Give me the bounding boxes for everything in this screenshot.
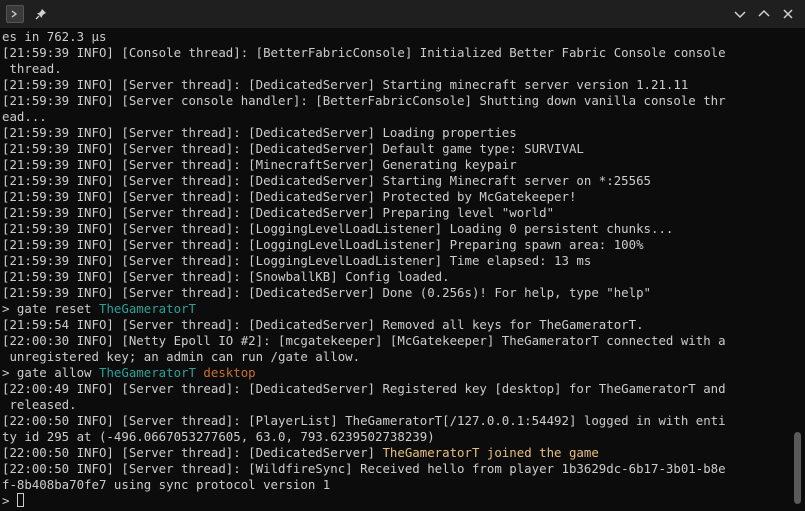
log-line: thread. <box>2 61 790 77</box>
log-line: [22:00:50 INFO] [Server thread]: [Dedica… <box>2 445 790 461</box>
log-line-text: [21:59:39 INFO] [Server thread]: [Dedica… <box>2 173 652 188</box>
chevron-down-icon[interactable] <box>731 5 749 23</box>
log-line-text: [21:59:39 INFO] [Server thread]: [Dedica… <box>2 141 584 156</box>
log-line: [21:59:39 INFO] [Server thread]: [Dedica… <box>2 205 790 221</box>
log-line-text: [21:59:39 INFO] [Server thread]: [Loggin… <box>2 253 592 268</box>
log-line: es in 762.3 µs <box>2 29 790 45</box>
log-line-text: [22:00:50 INFO] [Server thread]: [Player… <box>2 413 726 428</box>
command-arg-player: TheGameratorT <box>98 365 196 380</box>
log-line: [21:59:39 INFO] [Server thread]: [Dedica… <box>2 77 790 93</box>
log-line-text: [21:59:39 INFO] [Server thread]: [Loggin… <box>2 237 644 252</box>
log-line-text: [21:59:39 INFO] [Server thread]: [Dedica… <box>2 125 517 140</box>
close-icon[interactable] <box>779 5 797 23</box>
log-line: [22:00:50 INFO] [Server thread]: [Wildfi… <box>2 461 790 477</box>
join-message: TheGameratorT joined the game <box>382 445 599 460</box>
log-line-text: [22:00:30 INFO] [Netty Epoll IO #2]: [mc… <box>2 333 726 348</box>
log-line-text: [21:59:39 INFO] [Server thread]: [Dedica… <box>2 285 652 300</box>
log-line: [22:00:50 INFO] [Server thread]: [Player… <box>2 413 790 429</box>
log-line-text: [21:59:39 INFO] [Server thread]: [Loggin… <box>2 221 674 236</box>
log-line: > gate reset TheGameratorT <box>2 301 790 317</box>
log-line-text: [22:00:49 INFO] [Server thread]: [Dedica… <box>2 381 726 396</box>
prompt-line[interactable]: > <box>2 493 790 509</box>
log-line-text: es in 762.3 µs <box>2 29 107 44</box>
log-line: [21:59:39 INFO] [Server thread]: [Snowba… <box>2 269 790 285</box>
log-line-text: [21:59:39 INFO] [Server thread]: [Dedica… <box>2 205 555 220</box>
chevron-up-icon[interactable] <box>755 5 773 23</box>
log-line-text: f-8b408ba70fe7 using sync protocol versi… <box>2 477 331 492</box>
command-arg-key: desktop <box>195 365 256 380</box>
command-text: > gate reset <box>2 301 99 316</box>
scrollbar-thumb[interactable] <box>794 432 801 504</box>
log-line-text: ty id 295 at (-496.0667053277605, 63.0, … <box>2 429 435 444</box>
log-line-text: [21:59:54 INFO] [Server thread]: [Dedica… <box>2 317 644 332</box>
log-line-text: [21:59:39 INFO] [Server console handler]… <box>2 93 726 108</box>
log-line: ead... <box>2 109 790 125</box>
title-bar <box>0 0 805 28</box>
log-line-text: [22:00:50 INFO] [Server thread]: [Wildfi… <box>2 461 726 476</box>
log-line: f-8b408ba70fe7 using sync protocol versi… <box>2 477 790 493</box>
pin-icon[interactable] <box>32 5 50 23</box>
log-line: [21:59:39 INFO] [Server console handler]… <box>2 93 790 109</box>
log-line: ty id 295 at (-496.0667053277605, 63.0, … <box>2 429 790 445</box>
console-log: es in 762.3 µs [21:59:39 INFO] [Console t… <box>2 29 790 509</box>
log-line: [21:59:39 INFO] [Server thread]: [Dedica… <box>2 189 790 205</box>
log-line: [21:59:39 INFO] [Server thread]: [Loggin… <box>2 221 790 237</box>
log-line: [22:00:30 INFO] [Netty Epoll IO #2]: [mc… <box>2 333 790 349</box>
log-line: [21:59:39 INFO] [Server thread]: [Minecr… <box>2 157 790 173</box>
log-line-text: [21:59:39 INFO] [Server thread]: [Snowba… <box>2 269 450 284</box>
terminal-icon[interactable] <box>6 5 24 23</box>
log-line-text: unregistered key; an admin can run /gate… <box>2 349 361 364</box>
log-line: [22:00:49 INFO] [Server thread]: [Dedica… <box>2 381 790 397</box>
log-line-text: [21:59:39 INFO] [Server thread]: [Minecr… <box>2 157 517 172</box>
command-text: > gate allow <box>2 365 99 380</box>
log-line: [21:59:54 INFO] [Server thread]: [Dedica… <box>2 317 790 333</box>
log-line: unregistered key; an admin can run /gate… <box>2 349 790 365</box>
log-line-text: [21:59:39 INFO] [Console thread]: [Bette… <box>2 45 726 60</box>
log-line: [21:59:39 INFO] [Console thread]: [Bette… <box>2 45 790 61</box>
log-line-text: [21:59:39 INFO] [Server thread]: [Dedica… <box>2 189 577 204</box>
prompt-symbol: > <box>2 493 17 508</box>
log-line: [21:59:39 INFO] [Server thread]: [Dedica… <box>2 285 790 301</box>
log-line: released. <box>2 397 790 413</box>
text-cursor[interactable] <box>16 493 24 507</box>
log-line-text: ead... <box>2 109 47 124</box>
log-line-text: thread. <box>2 61 62 76</box>
command-arg-player: TheGameratorT <box>98 301 196 316</box>
log-line: [21:59:39 INFO] [Server thread]: [Dedica… <box>2 173 790 189</box>
log-line: > gate allow TheGameratorT desktop <box>2 365 790 381</box>
log-line: [21:59:39 INFO] [Server thread]: [Dedica… <box>2 125 790 141</box>
log-line: [21:59:39 INFO] [Server thread]: [Dedica… <box>2 141 790 157</box>
scrollbar[interactable] <box>790 28 805 511</box>
log-line: [21:59:39 INFO] [Server thread]: [Loggin… <box>2 237 790 253</box>
log-line-text: released. <box>2 397 77 412</box>
log-line: [21:59:39 INFO] [Server thread]: [Loggin… <box>2 253 790 269</box>
log-line-text: [21:59:39 INFO] [Server thread]: [Dedica… <box>2 77 689 92</box>
log-line-text: [22:00:50 INFO] [Server thread]: [Dedica… <box>2 445 383 460</box>
terminal-output[interactable]: es in 762.3 µs [21:59:39 INFO] [Console t… <box>0 28 790 511</box>
